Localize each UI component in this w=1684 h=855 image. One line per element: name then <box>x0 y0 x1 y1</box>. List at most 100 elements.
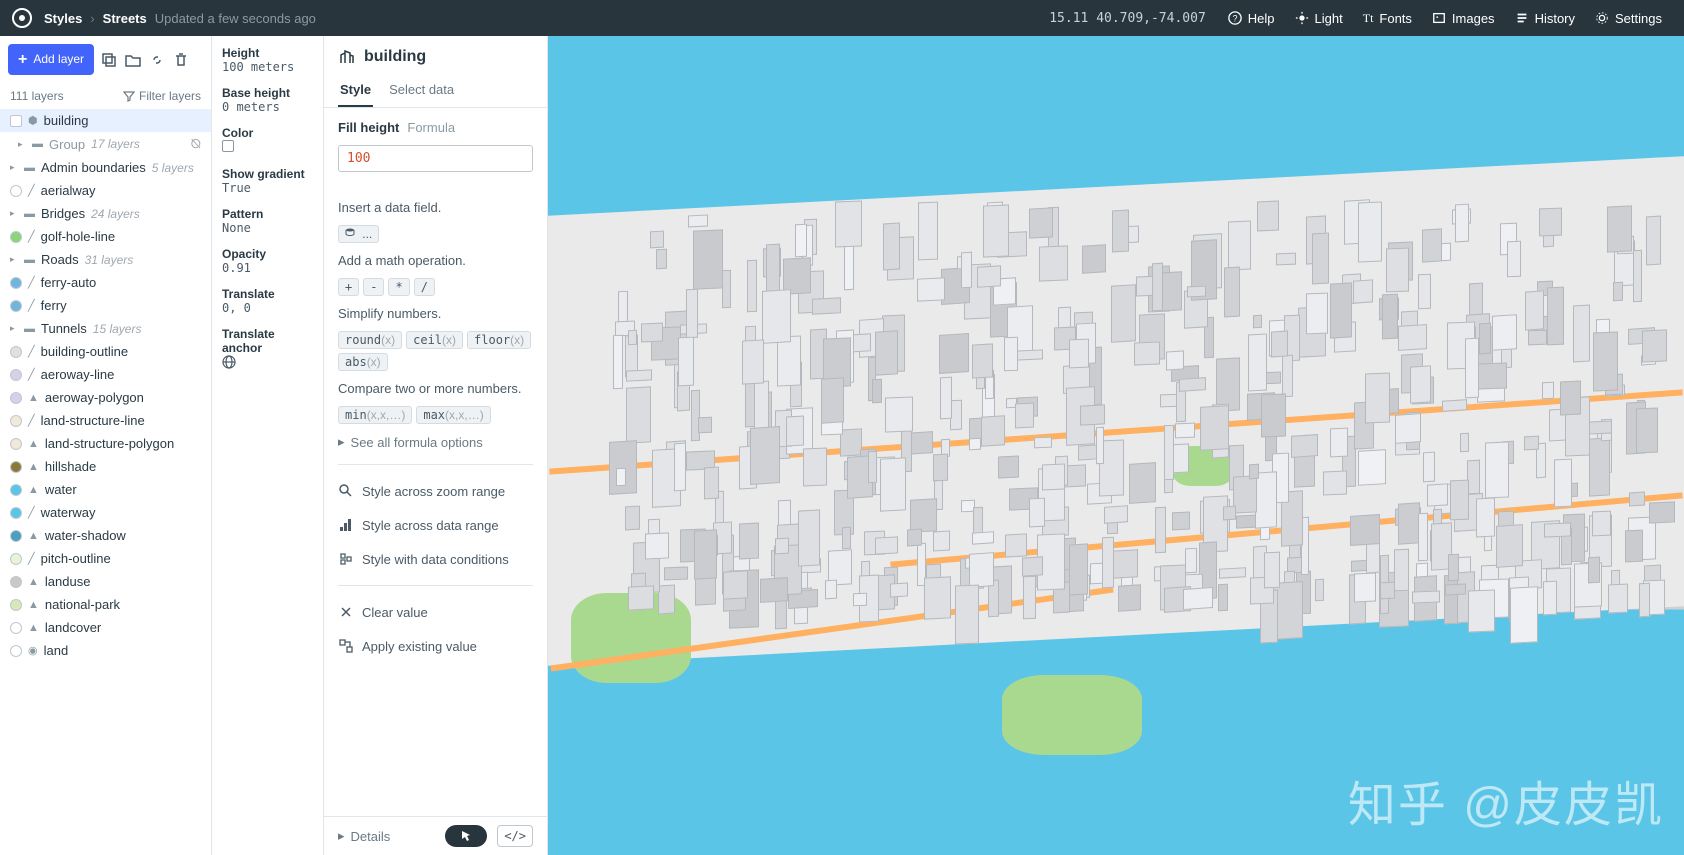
caret-right-icon: ▸ <box>338 828 345 844</box>
history-button[interactable]: History <box>1505 11 1585 26</box>
help-button[interactable]: ?Help <box>1218 11 1285 26</box>
layer-swatch <box>10 438 22 450</box>
action-zoom-range[interactable]: Style across zoom range <box>338 479 533 503</box>
layer-item-national-park[interactable]: ▲national-park <box>0 593 211 616</box>
chip-data-field[interactable]: ... <box>338 225 379 243</box>
cursor-mode-button[interactable] <box>445 825 487 847</box>
layer-swatch <box>10 461 22 473</box>
breadcrumb-styles[interactable]: Styles <box>44 11 82 26</box>
hint-simplify: Simplify numbers. <box>338 306 533 321</box>
gear-icon <box>1595 11 1609 25</box>
chip-[interactable]: + <box>338 278 359 296</box>
see-all-formula[interactable]: ▸See all formula options <box>338 434 533 450</box>
breadcrumb-streets[interactable]: Streets <box>103 11 147 26</box>
caret-right-icon: ▸ <box>338 434 345 450</box>
layer-item-aeroway-line[interactable]: ╱aeroway-line <box>0 363 211 386</box>
layer-swatch <box>10 185 22 197</box>
layer-item-water-shadow[interactable]: ▲water-shadow <box>0 524 211 547</box>
folder-icon[interactable] <box>124 51 142 69</box>
layer-swatch <box>10 484 22 496</box>
prop-opacity-value[interactable]: 0.91 <box>222 261 313 275</box>
chip-maxxx[interactable]: max(x,x,…) <box>416 406 490 424</box>
layer-swatch <box>10 553 22 565</box>
history-icon <box>1515 11 1529 25</box>
layer-item-aerialway[interactable]: ╱aerialway <box>0 179 211 202</box>
hint-data: Insert a data field. <box>338 200 533 215</box>
images-button[interactable]: Images <box>1422 11 1505 26</box>
layer-swatch <box>10 231 22 243</box>
color-swatch[interactable] <box>222 140 234 152</box>
chip-[interactable]: * <box>388 278 409 296</box>
action-data-range[interactable]: Style across data range <box>338 513 533 537</box>
globe-icon[interactable] <box>222 355 236 369</box>
watermark: 知乎 @皮皮凯 <box>1348 765 1664 835</box>
action-data-conditions[interactable]: Style with data conditions <box>338 547 533 571</box>
layer-item-ferry-auto[interactable]: ╱ferry-auto <box>0 271 211 294</box>
duplicate-icon[interactable] <box>100 51 118 69</box>
prop-gradient-value[interactable]: True <box>222 181 313 195</box>
map-coordinates: 15.11 40.709,-74.007 <box>1049 11 1206 26</box>
action-apply-existing[interactable]: Apply existing value <box>338 634 533 658</box>
layer-item-landuse[interactable]: ▲landuse <box>0 570 211 593</box>
map-canvas[interactable]: 知乎 @皮皮凯 <box>548 36 1684 855</box>
tab-style[interactable]: Style <box>338 74 373 107</box>
layer-item-golf-hole-line[interactable]: ╱golf-hole-line <box>0 225 211 248</box>
layer-item-land[interactable]: ◉land <box>0 639 211 662</box>
add-layer-button[interactable]: +Add layer <box>8 44 94 75</box>
chip-roundx[interactable]: round(x) <box>338 331 402 349</box>
fonts-button[interactable]: TtFonts <box>1353 11 1422 26</box>
prop-pattern-value[interactable]: None <box>222 221 313 235</box>
building-icon <box>338 48 356 66</box>
layer-list[interactable]: ⬢building▸▬Group 17 layers⦰▸▬Admin bound… <box>0 109 211 855</box>
layer-item-admin-boundaries[interactable]: ▸▬Admin boundaries 5 layers <box>0 156 211 179</box>
layer-item-land-structure-line[interactable]: ╱land-structure-line <box>0 409 211 432</box>
chip-[interactable]: / <box>414 278 435 296</box>
layer-item-land-structure-polygon[interactable]: ▲land-structure-polygon <box>0 432 211 455</box>
link-icon[interactable] <box>148 51 166 69</box>
chip-ceilx[interactable]: ceil(x) <box>406 331 463 349</box>
layer-item-pitch-outline[interactable]: ╱pitch-outline <box>0 547 211 570</box>
prop-anchor-label: Translate anchor <box>222 327 313 355</box>
folder-icon: ▬ <box>24 162 35 174</box>
prop-pattern-label: Pattern <box>222 207 313 221</box>
layer-item-tunnels[interactable]: ▸▬Tunnels 15 layers <box>0 317 211 340</box>
layer-item-building-outline[interactable]: ╱building-outline <box>0 340 211 363</box>
formula-input[interactable] <box>338 145 533 172</box>
layer-swatch <box>10 507 22 519</box>
database-icon <box>345 228 355 238</box>
code-mode-button[interactable]: </> <box>497 825 533 847</box>
layer-item-hillshade[interactable]: ▲hillshade <box>0 455 211 478</box>
layer-item-group[interactable]: ▸▬Group 17 layers⦰ <box>0 132 211 156</box>
layer-item-ferry[interactable]: ╱ferry <box>0 294 211 317</box>
layer-item-water[interactable]: ▲water <box>0 478 211 501</box>
layer-swatch <box>10 576 22 588</box>
chip-minxx[interactable]: min(x,x,…) <box>338 406 412 424</box>
trash-icon[interactable] <box>172 51 190 69</box>
layer-item-waterway[interactable]: ╱waterway <box>0 501 211 524</box>
caret-right-icon: ▸ <box>10 323 18 334</box>
caret-right-icon: ▸ <box>10 162 18 173</box>
layer-item-bridges[interactable]: ▸▬Bridges 24 layers <box>0 202 211 225</box>
chip-[interactable]: - <box>363 278 384 296</box>
layer-swatch <box>10 115 22 127</box>
tab-select-data[interactable]: Select data <box>387 74 456 107</box>
prop-opacity-label: Opacity <box>222 247 313 261</box>
layer-item-building[interactable]: ⬢building <box>0 109 211 132</box>
chip-floorx[interactable]: floor(x) <box>467 331 531 349</box>
chip-absx[interactable]: abs(x) <box>338 353 388 371</box>
cursor-icon <box>459 829 473 843</box>
svg-text:?: ? <box>1232 14 1237 24</box>
layer-item-roads[interactable]: ▸▬Roads 31 layers <box>0 248 211 271</box>
filter-layers-button[interactable]: Filter layers <box>123 89 201 103</box>
layer-item-aeroway-polygon[interactable]: ▲aeroway-polygon <box>0 386 211 409</box>
prop-height-value[interactable]: 100 meters <box>222 60 313 74</box>
settings-button[interactable]: Settings <box>1585 11 1672 26</box>
light-button[interactable]: Light <box>1285 11 1353 26</box>
layer-item-landcover[interactable]: ▲landcover <box>0 616 211 639</box>
logo-icon[interactable] <box>12 8 32 28</box>
images-icon <box>1432 11 1446 25</box>
action-clear-value[interactable]: Clear value <box>338 600 533 624</box>
prop-base-value[interactable]: 0 meters <box>222 100 313 114</box>
details-toggle[interactable]: ▸Details <box>338 828 435 844</box>
prop-translate-value[interactable]: 0, 0 <box>222 301 313 315</box>
